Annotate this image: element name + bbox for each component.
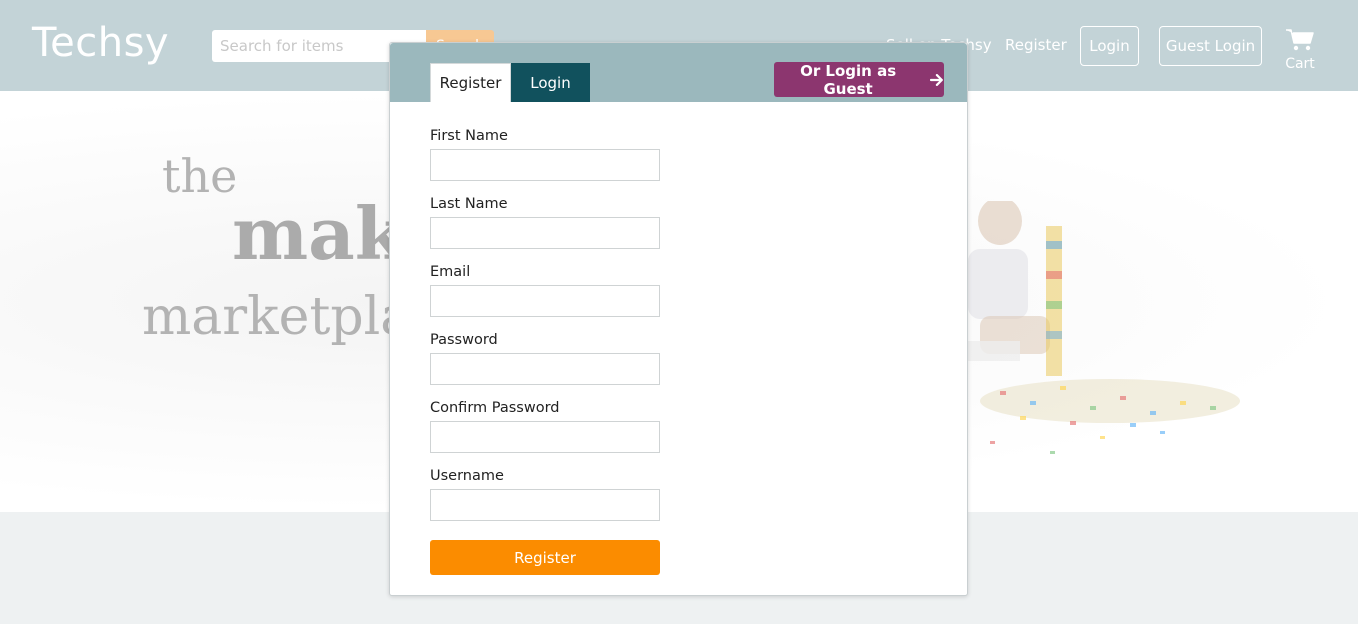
last-name-label: Last Name — [430, 196, 508, 212]
nav-register-link[interactable]: Register — [1005, 36, 1067, 54]
tab-register[interactable]: Register — [430, 63, 511, 102]
techsy-logo[interactable]: Techsy — [32, 20, 169, 66]
cart-link[interactable]: Cart — [1282, 28, 1318, 74]
cart-label: Cart — [1285, 56, 1315, 72]
modal-header: Register Login Or Login as Guest — [390, 43, 967, 102]
last-name-field[interactable] — [430, 217, 660, 249]
nav-login-button[interactable]: Login — [1080, 26, 1139, 66]
password-label: Password — [430, 332, 498, 348]
child-with-bricks-illustration — [960, 201, 1240, 454]
confirm-password-label: Confirm Password — [430, 400, 560, 416]
nav-guest-login-button[interactable]: Guest Login — [1159, 26, 1262, 66]
register-modal: Register Login Or Login as Guest First N… — [389, 42, 968, 596]
email-label: Email — [430, 264, 471, 280]
confirm-password-field[interactable] — [430, 421, 660, 453]
email-field[interactable] — [430, 285, 660, 317]
username-label: Username — [430, 468, 504, 484]
login-as-guest-button[interactable]: Or Login as Guest — [774, 61, 944, 98]
register-submit-button[interactable]: Register — [430, 540, 660, 575]
arrow-right-icon — [930, 73, 944, 86]
first-name-label: First Name — [430, 128, 508, 144]
hero-line-the: the — [162, 149, 238, 203]
tab-login[interactable]: Login — [511, 63, 590, 102]
username-field[interactable] — [430, 489, 660, 521]
first-name-field[interactable] — [430, 149, 660, 181]
password-field[interactable] — [430, 353, 660, 385]
cart-icon — [1286, 29, 1314, 51]
guest-button-label: Or Login as Guest — [800, 61, 897, 98]
